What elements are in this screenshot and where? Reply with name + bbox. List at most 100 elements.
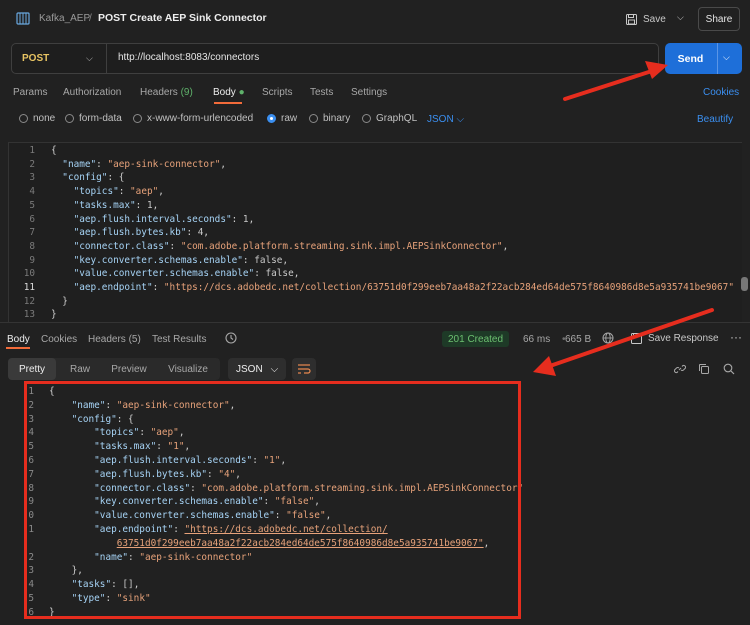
code-text: { xyxy=(51,144,57,158)
code-text: "key.converter.schemas.enable": false, xyxy=(51,254,289,268)
active-tab-indicator xyxy=(214,102,242,104)
code-line: 3 "config": { xyxy=(9,171,742,185)
tab-body[interactable]: Body ● xyxy=(213,87,245,98)
json-string: "aep-sink-connector" xyxy=(107,158,221,170)
view-preview-button[interactable]: Preview xyxy=(104,358,154,380)
response-format-select[interactable]: JSON ⌵ xyxy=(228,358,286,380)
json-punct: , xyxy=(248,213,255,225)
line-number: 10 xyxy=(23,268,35,280)
tab-settings[interactable]: Settings xyxy=(351,87,387,98)
pane-splitter[interactable] xyxy=(0,322,750,323)
tab-authorization[interactable]: Authorization xyxy=(63,87,121,98)
status-dot: ● xyxy=(238,87,245,98)
save-response-label: Save Response xyxy=(648,333,719,344)
json-colon: : xyxy=(107,172,119,184)
tab-test-results[interactable]: Test Results xyxy=(152,334,206,345)
radio-label: x-www-form-urlencoded xyxy=(147,113,254,124)
request-body-editor[interactable]: 1{2 "name": "aep-sink-connector", 3 "conf… xyxy=(8,142,742,322)
json-key: "config" xyxy=(62,172,108,184)
code-text: "aep.endpoint": "https://dcs.adobedc.net… xyxy=(51,281,734,295)
cookies-link[interactable]: Cookies xyxy=(703,87,739,98)
search-icon[interactable] xyxy=(723,363,735,375)
code-text: } xyxy=(51,295,68,309)
json-key: "connector.class" xyxy=(73,240,170,252)
json-colon: : xyxy=(242,254,255,266)
tab-scripts[interactable]: Scripts xyxy=(262,87,293,98)
save-icon xyxy=(631,333,642,344)
url-input[interactable] xyxy=(118,52,648,63)
response-size: 665 B xyxy=(565,334,592,345)
format-label: JSON xyxy=(236,363,263,375)
tab-response-headers[interactable]: Headers (5) xyxy=(88,334,141,345)
link-icon[interactable] xyxy=(674,363,686,375)
radio-icon xyxy=(65,114,74,123)
code-text: "config": { xyxy=(51,171,124,185)
chevron-down-icon[interactable]: ⌵ xyxy=(723,52,730,63)
view-visualize-button[interactable]: Visualize xyxy=(158,358,218,380)
save-response-button[interactable]: Save Response xyxy=(631,333,719,344)
json-colon: : xyxy=(118,186,131,198)
radio-label: binary xyxy=(323,113,351,124)
wrap-lines-button[interactable] xyxy=(292,358,316,380)
scrollbar[interactable] xyxy=(741,277,748,291)
request-title[interactable]: POST Create AEP Sink Connector xyxy=(98,12,267,24)
chevron-down-icon[interactable]: ⌵ xyxy=(677,12,684,23)
send-button[interactable]: Send ⌵ xyxy=(665,43,742,74)
json-literal: false xyxy=(254,254,283,266)
line-number: 9 xyxy=(29,254,35,266)
body-format-select[interactable]: JSON ⌵ xyxy=(427,114,464,125)
json-colon: : xyxy=(152,282,164,293)
code-line: 9 "key.converter.schemas.enable": false, xyxy=(9,254,742,268)
code-text: "connector.class": "com.adobe.platform.s… xyxy=(51,240,509,254)
tab-tests[interactable]: Tests xyxy=(310,87,333,98)
tab-headers[interactable]: Headers (9) xyxy=(140,87,193,98)
radio-raw[interactable]: raw xyxy=(267,113,297,124)
save-button[interactable]: Save xyxy=(626,11,666,27)
method-select[interactable]: POST xyxy=(22,53,49,64)
json-key: "key.converter.schemas.enable" xyxy=(73,254,243,266)
code-line: 1{ xyxy=(9,144,742,158)
json-punct: , xyxy=(293,268,300,280)
radio-icon xyxy=(133,114,142,123)
radio-form-data[interactable]: form-data xyxy=(65,113,122,124)
line-number: 8 xyxy=(29,240,35,252)
divider xyxy=(106,44,107,73)
code-line: 6 "aep.flush.interval.seconds": 1, xyxy=(9,213,742,227)
active-tab-indicator xyxy=(6,347,30,349)
history-icon[interactable] xyxy=(225,332,237,344)
json-colon: : xyxy=(231,213,243,225)
globe-icon[interactable] xyxy=(602,332,614,344)
tab-params[interactable]: Params xyxy=(13,87,47,98)
tab-response-body[interactable]: Body xyxy=(7,334,30,345)
tab-response-cookies[interactable]: Cookies xyxy=(41,334,77,345)
json-colon: : xyxy=(135,199,147,211)
tab-headers-label: Headers xyxy=(140,87,178,98)
radio-none[interactable]: none xyxy=(19,113,55,124)
radio-binary[interactable]: binary xyxy=(309,113,350,124)
radio-label: none xyxy=(33,113,56,124)
code-text: "value.converter.schemas.enable": false, xyxy=(51,267,300,281)
chevron-down-icon[interactable]: ⌵ xyxy=(86,53,93,64)
radio-urlencoded[interactable]: x-www-form-urlencoded xyxy=(133,113,253,124)
copy-icon[interactable] xyxy=(698,363,710,375)
view-mode-bar: Pretty Raw Preview Visualize xyxy=(8,358,220,380)
more-options-icon[interactable]: ··· xyxy=(730,330,742,344)
json-key: "value.converter.schemas.enable" xyxy=(73,268,255,280)
line-number: 11 xyxy=(23,282,35,293)
breadcrumb-collection[interactable]: Kafka_AEP xyxy=(39,13,90,24)
divider xyxy=(717,43,718,74)
json-punct: , xyxy=(203,227,210,239)
radio-graphql[interactable]: GraphQL xyxy=(362,113,417,124)
share-button[interactable]: Share xyxy=(698,7,740,31)
headers-count: (9) xyxy=(180,87,193,98)
view-raw-button[interactable]: Raw xyxy=(60,358,100,380)
view-pretty-button[interactable]: Pretty xyxy=(8,358,56,380)
code-text: "aep.flush.interval.seconds": 1, xyxy=(51,213,255,227)
json-string: "https://dcs.adobedc.net/collection/6375… xyxy=(163,282,734,293)
beautify-button[interactable]: Beautify xyxy=(697,114,733,125)
code-line: 13} xyxy=(9,308,742,322)
